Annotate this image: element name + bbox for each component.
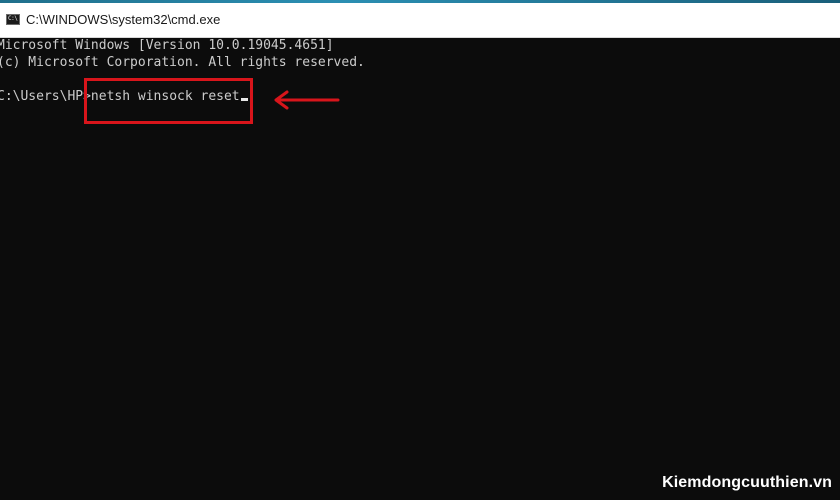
screenshot: C:\ C:\WINDOWS\system32\cmd.exe Microsof… — [0, 0, 840, 500]
command-prompt: C:\Users\HP> — [0, 89, 91, 104]
watermark: Kiemdongcuuthien.vn — [662, 474, 832, 491]
cmd-icon-glyph: C:\ — [8, 15, 18, 22]
command-highlight-box — [84, 78, 253, 124]
terminal-line: Microsoft Windows [Version 10.0.19045.46… — [0, 38, 334, 53]
terminal-line: (c) Microsoft Corporation. All rights re… — [0, 55, 365, 70]
arrow-left-icon — [274, 90, 340, 110]
window-title: C:\WINDOWS\system32\cmd.exe — [26, 12, 221, 27]
cmd-icon: C:\ — [6, 14, 20, 25]
window-titlebar[interactable]: C:\ C:\WINDOWS\system32\cmd.exe — [0, 3, 840, 38]
